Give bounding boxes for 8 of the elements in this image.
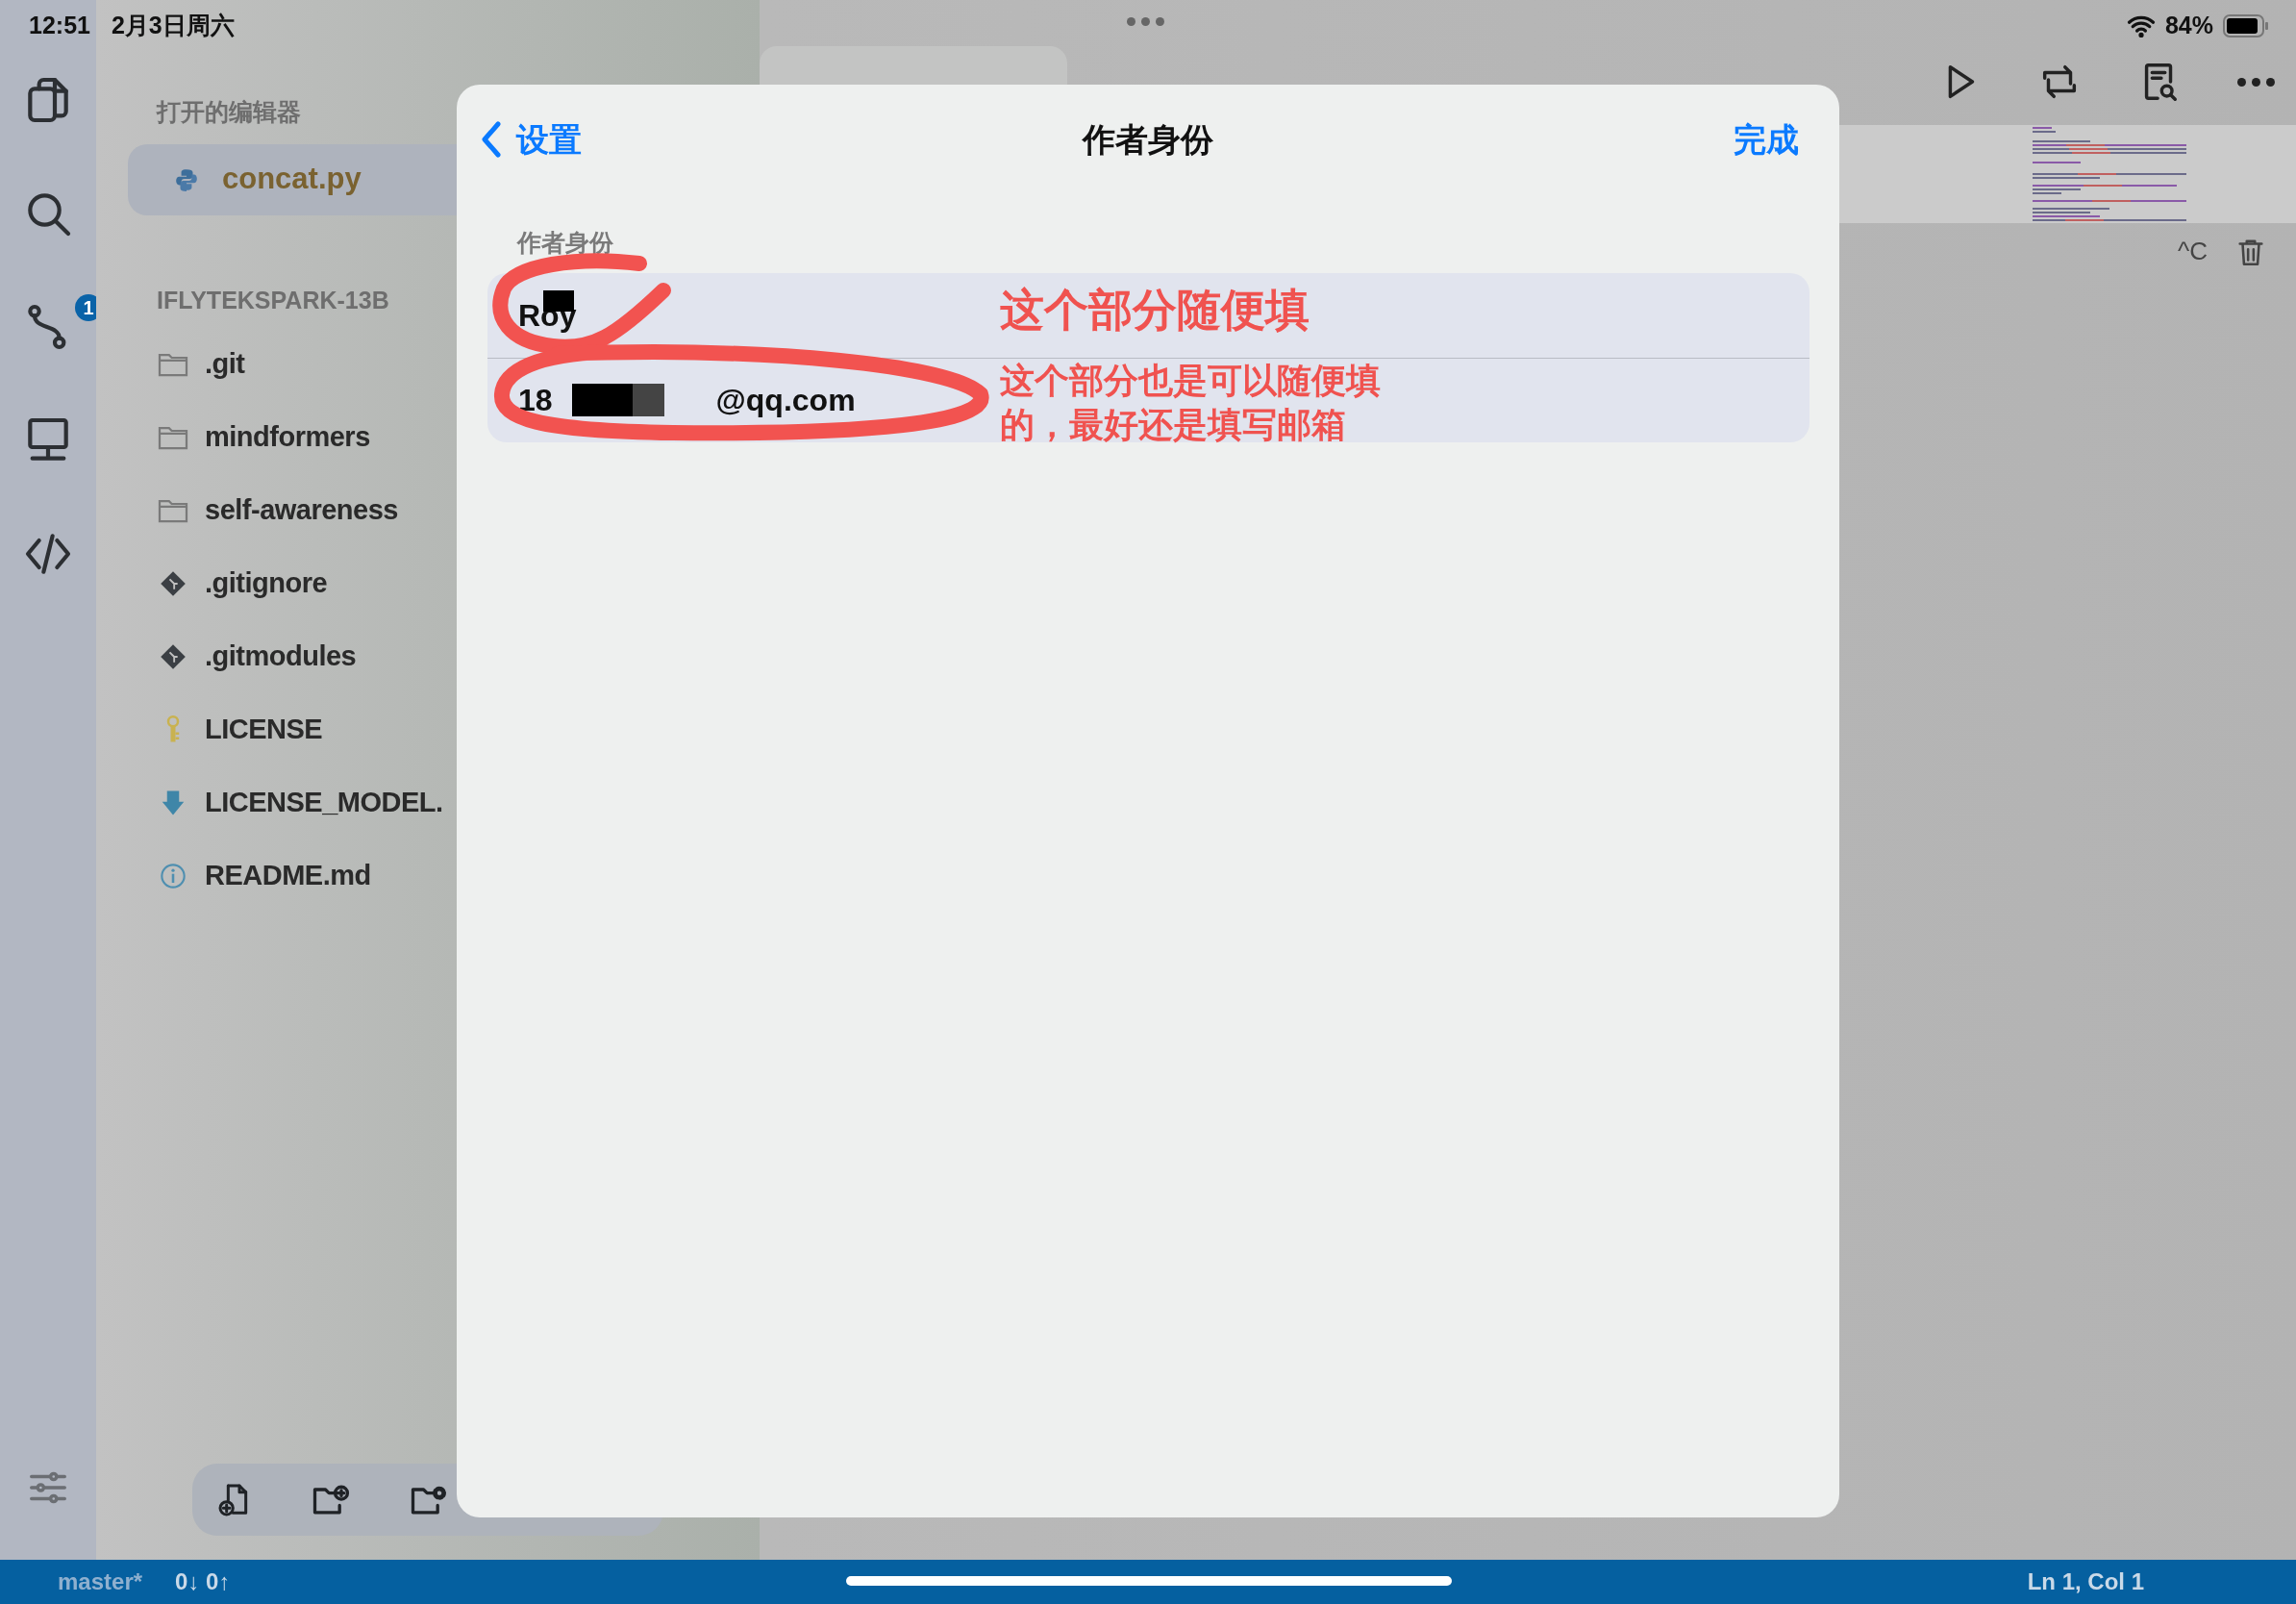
annotation-text: 这个部分随便填 [1000,283,1310,337]
section-label: 作者身份 [517,228,613,258]
section-heading: 打开的编辑器 [157,97,301,127]
clock-time: 12:51 [29,11,90,40]
section-heading: IFLYTEKSPARK-13B [157,285,389,315]
sheet-title: 作者身份 [1083,119,1213,160]
battery-percentage: 84% [2164,11,2213,40]
date-label: 2月3日周六 [111,11,235,40]
